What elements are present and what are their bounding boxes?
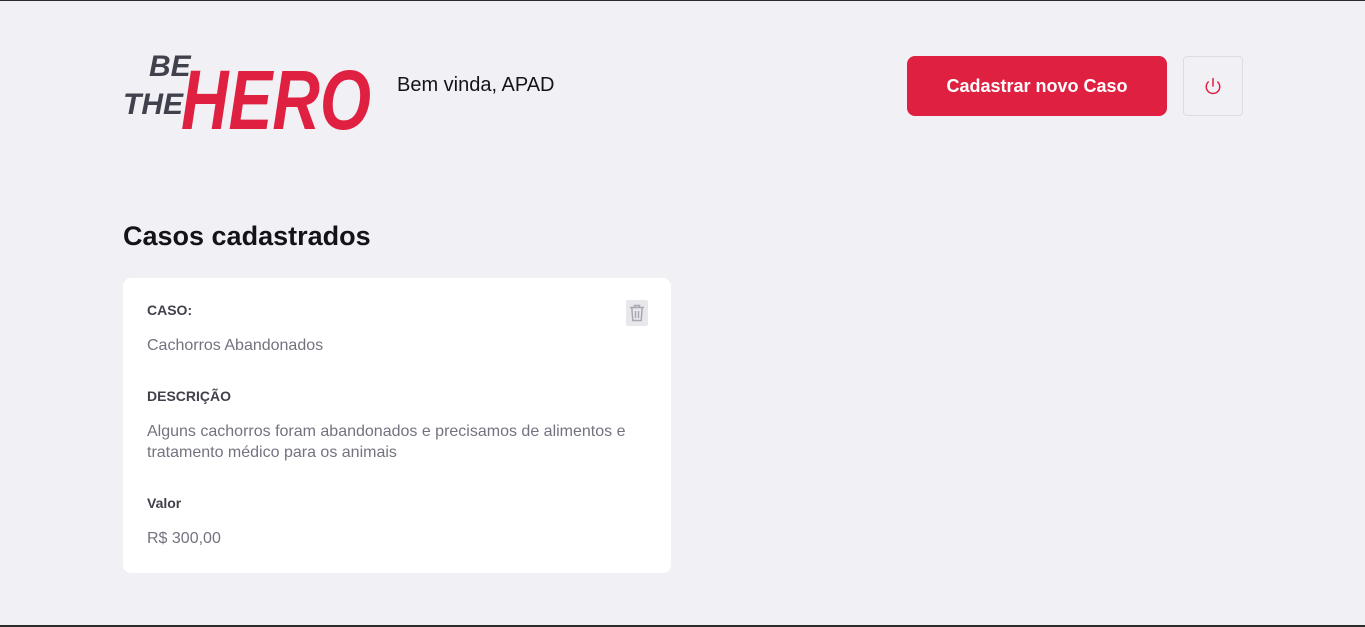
- value-label: Valor: [147, 495, 182, 511]
- app-frame: BE THE HERO Bem vinda, APAD Cadastrar no…: [0, 0, 1365, 627]
- delete-case-button[interactable]: [626, 300, 648, 326]
- case-card: CASO: Cachorros Abandonados DESCRIÇÃO Al…: [123, 278, 671, 573]
- welcome-text: Bem vinda, APAD: [397, 74, 555, 96]
- case-title: Cachorros Abandonados: [147, 337, 324, 354]
- trash-icon: [630, 304, 644, 322]
- description-text: Alguns cachorros foram abandonados e pre…: [147, 423, 626, 461]
- description-label: DESCRIÇÃO: [147, 388, 232, 404]
- logout-button[interactable]: [1183, 56, 1243, 116]
- be-the-hero-logo: BE THE HERO: [123, 50, 371, 141]
- logo-text-hero: HERO: [181, 53, 371, 141]
- power-icon: [1205, 77, 1221, 95]
- value-amount: R$ 300,00: [147, 530, 221, 547]
- header: BE THE HERO Bem vinda, APAD Cadastrar no…: [123, 31, 1243, 143]
- new-case-button[interactable]: Cadastrar novo Caso: [907, 56, 1167, 116]
- case-label: CASO:: [147, 302, 193, 318]
- logo-text-the: THE: [123, 88, 184, 121]
- page-title: Casos cadastrados: [123, 221, 371, 251]
